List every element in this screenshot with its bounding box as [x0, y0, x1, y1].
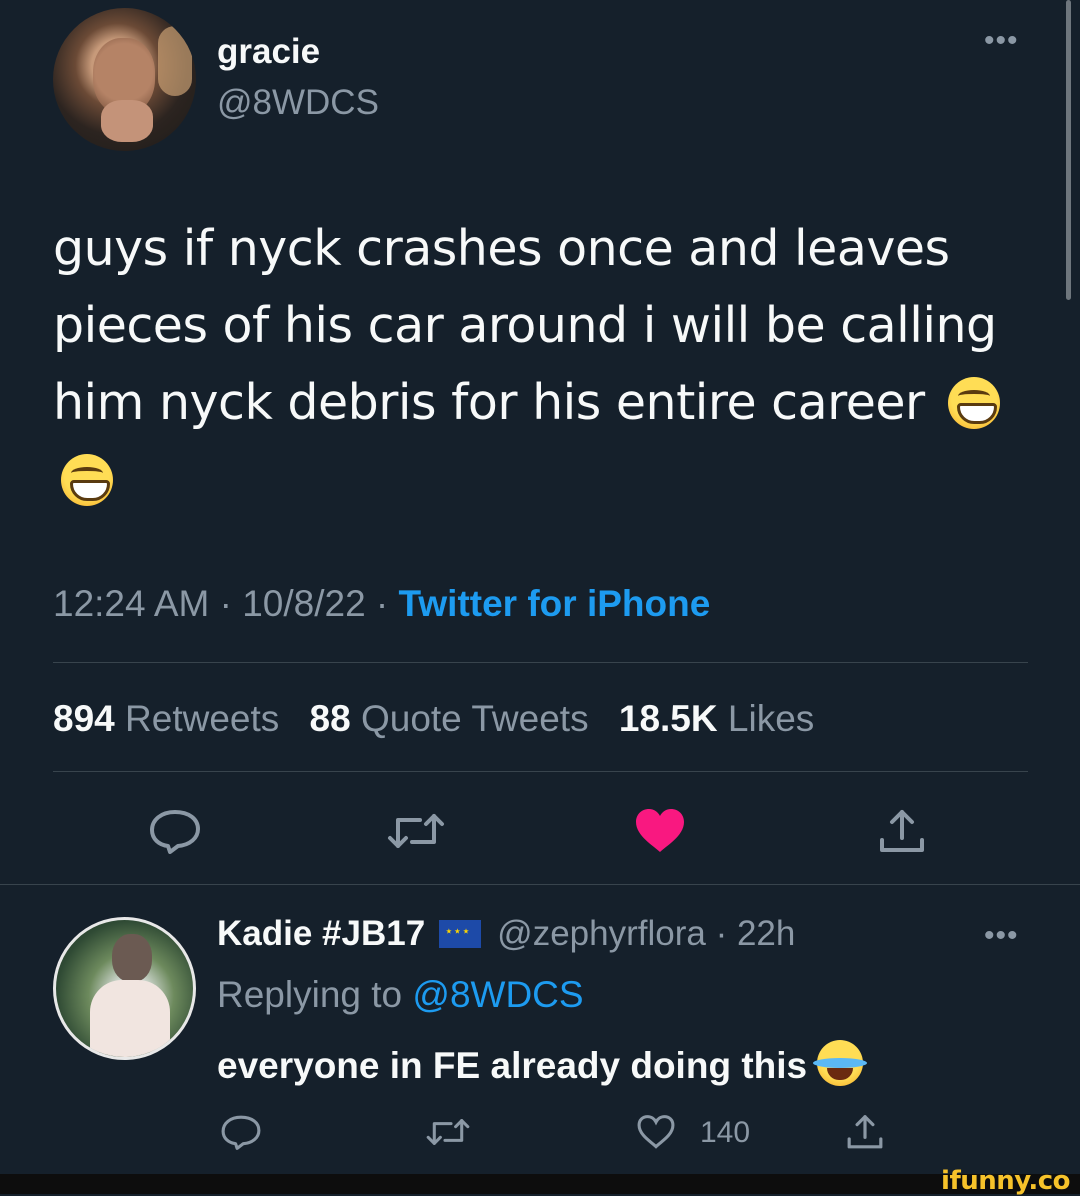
reply-like-count: 140 [700, 1116, 751, 1149]
author-avatar[interactable] [53, 8, 196, 151]
reply-more-options-icon[interactable]: ••• [984, 921, 1019, 951]
divider [53, 771, 1028, 772]
divider [0, 884, 1080, 885]
quotes-count: 88 [309, 698, 351, 739]
quotes-label: Quote Tweets [360, 698, 589, 739]
reply-author-handle[interactable]: @zephyrflora [497, 914, 706, 953]
divider [53, 662, 1028, 663]
reply-author-avatar[interactable] [53, 917, 196, 1060]
more-options-icon[interactable]: ••• [984, 26, 1019, 56]
scrollbar[interactable] [1066, 0, 1071, 300]
heart-filled-icon-svg [636, 809, 684, 852]
replying-label: Replying to [217, 974, 413, 1015]
avatar-hand [101, 100, 153, 142]
share-icon-svg [880, 810, 924, 852]
quote-tweets-stat[interactable]: 88 Quote Tweets [310, 698, 589, 739]
tweet-source[interactable]: Twitter for iPhone [399, 583, 711, 624]
tweet-meta: 12:24 AM · 10/8/22 · Twitter for iPhone [53, 583, 710, 625]
tears-of-joy-emoji-icon [813, 1040, 868, 1086]
replying-to: Replying to @8WDCS [217, 974, 584, 1016]
grinning-face-emoji-icon [947, 377, 1000, 429]
retweets-label: Retweets [125, 698, 280, 739]
eu-flag-icon [439, 920, 482, 948]
reply-header: Kadie #JB17 @zephyrflora · 22h [217, 914, 795, 954]
tweet-timestamp[interactable]: 12:24 AM · 10/8/22 · [53, 583, 399, 624]
reply-icon[interactable] [148, 808, 202, 859]
share-icon[interactable] [878, 806, 926, 859]
retweet-icon-svg [426, 1119, 470, 1145]
avatar-body [90, 980, 170, 1057]
retweets-stat[interactable]: 894 Retweets [53, 698, 279, 739]
reply-icon-svg [150, 810, 200, 854]
reply-share-icon[interactable] [846, 1112, 884, 1155]
retweets-count: 894 [53, 698, 115, 739]
tweet-stats: 894 Retweets 88 Quote Tweets 18.5K Likes [53, 698, 814, 740]
reply-retweet-icon[interactable] [425, 1116, 471, 1153]
heart-outline-icon[interactable] [636, 1114, 676, 1155]
heart-filled-icon[interactable] [634, 808, 686, 859]
reply-time[interactable]: · 22h [716, 914, 796, 953]
likes-count: 18.5K [618, 698, 718, 739]
likes-label: Likes [727, 698, 815, 739]
retweet-icon-svg [388, 814, 444, 848]
share-icon-svg [847, 1115, 883, 1149]
tweet-text-content: guys if nyck crashes once and leaves pie… [53, 220, 997, 431]
retweet-icon[interactable] [386, 810, 446, 857]
grinning-face-emoji-icon [61, 454, 113, 506]
heart-outline-icon-svg [637, 1115, 675, 1149]
likes-stat[interactable]: 18.5K Likes [619, 698, 814, 739]
reply-reply-icon[interactable] [220, 1114, 262, 1155]
author-handle[interactable]: @8WDCS [217, 83, 379, 123]
reply-author-name[interactable]: Kadie #JB17 [217, 914, 425, 953]
author-name[interactable]: gracie [217, 32, 320, 72]
reply-text-content: everyone in FE already doing this [217, 1045, 808, 1086]
replying-mention[interactable]: @8WDCS [412, 974, 583, 1015]
tweet-text: guys if nyck crashes once and leaves pie… [53, 210, 1043, 518]
avatar-background [158, 26, 192, 96]
ifunny-watermark: ifunny.co [941, 1166, 1070, 1196]
reply-text: everyone in FE already doing this [217, 1040, 868, 1087]
footer-bar [0, 1174, 1080, 1194]
avatar-head [112, 934, 152, 982]
reply-icon-svg [221, 1115, 261, 1150]
